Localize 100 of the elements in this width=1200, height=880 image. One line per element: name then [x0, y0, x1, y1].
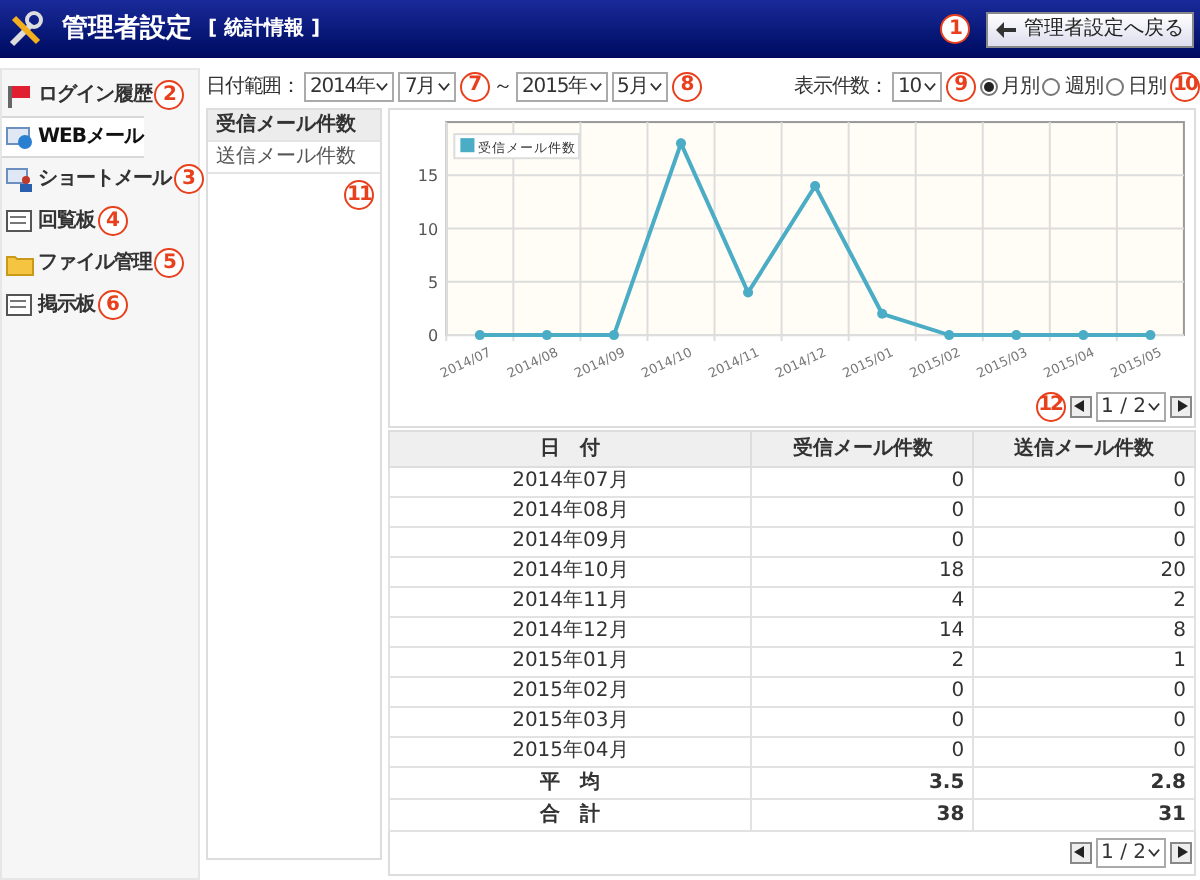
to-year-select[interactable]: 2015年	[516, 71, 607, 101]
next-page-button[interactable]	[1170, 395, 1192, 418]
sidebar-item[interactable]: WEBメール	[2, 116, 145, 158]
table-cell: 2014年11月	[389, 586, 752, 617]
callout-number: 7	[459, 71, 490, 101]
data-point	[810, 180, 821, 191]
table-cell: 14	[751, 616, 974, 647]
data-point	[743, 287, 754, 298]
table-cell: 0	[751, 496, 974, 527]
next-page-button[interactable]	[1170, 841, 1192, 864]
table-cell: 0	[973, 706, 1195, 737]
data-point	[608, 330, 619, 341]
callout-number: 3	[173, 164, 203, 194]
table-cell: 0	[751, 706, 974, 737]
table-cell: 2	[973, 586, 1195, 617]
table-cell: 2015年02月	[389, 676, 752, 707]
radio-button[interactable]	[1106, 77, 1125, 95]
board-icon	[6, 293, 34, 317]
table-cell: 0	[751, 466, 974, 497]
radio-button[interactable]	[979, 77, 998, 95]
metric-item[interactable]: 受信メール件数	[208, 110, 380, 142]
callout-number: 4	[97, 206, 127, 236]
sidebar-item[interactable]: ショートメール	[2, 158, 173, 200]
page-subtitle: [ 統計情報 ]	[208, 15, 321, 44]
table-cell: 8	[973, 616, 1195, 647]
callout-number: 12	[1035, 391, 1066, 422]
folder-icon	[6, 251, 34, 275]
legend-swatch	[460, 138, 475, 153]
caret-icon	[1148, 401, 1160, 412]
back-button[interactable]: 管理者設定へ戻る	[986, 11, 1194, 47]
metric-item[interactable]: 送信メール件数	[208, 142, 380, 174]
table-cell: 2015年01月	[389, 646, 752, 677]
caret-icon	[923, 81, 936, 91]
table-cell: 2015年04月	[389, 736, 752, 767]
data-point	[1145, 330, 1156, 341]
summary-cell: 31	[973, 798, 1195, 831]
table-cell: 2	[751, 646, 974, 677]
data-point	[1078, 330, 1089, 341]
table-cell: 0	[973, 496, 1195, 527]
table-cell: 0	[751, 676, 974, 707]
table-cell: 0	[973, 736, 1195, 767]
right-triangle-icon	[1175, 846, 1187, 859]
from-year-select[interactable]: 2014年	[304, 71, 395, 101]
sidebar-item[interactable]: 掲示板	[2, 284, 97, 326]
page-select[interactable]: 1 / 2	[1095, 837, 1166, 868]
data-point	[541, 330, 552, 341]
callout-number: 9	[945, 71, 976, 101]
summary-cell: 2.8	[973, 766, 1195, 799]
y-tick-label: 5	[428, 273, 439, 292]
flag-icon	[6, 83, 34, 107]
date-range-label: 日付範囲：	[206, 73, 301, 101]
table-cell: 0	[751, 526, 974, 557]
callout-number: 8	[671, 71, 702, 101]
previous-page-button[interactable]	[1069, 395, 1092, 418]
left-triangle-icon	[1074, 400, 1087, 413]
envelope-globe-icon	[6, 125, 34, 149]
callout-number: 6	[97, 290, 127, 320]
table-cell: 2014年08月	[389, 496, 752, 527]
radio-label: 週別	[1064, 73, 1103, 101]
caret-icon	[1148, 847, 1160, 858]
table-cell: 0	[973, 526, 1195, 557]
callout-number: 1	[940, 14, 970, 44]
from-month-select[interactable]: 7月	[398, 71, 456, 101]
tools-icon	[6, 9, 46, 49]
page-select[interactable]: 1 / 2	[1095, 391, 1166, 422]
callout-number: 2	[154, 80, 184, 110]
y-tick-label: 15	[417, 167, 439, 186]
table-cell: 2015年03月	[389, 706, 752, 737]
column-header: 送信メール件数	[973, 430, 1195, 467]
radio-label: 月別	[1001, 73, 1039, 101]
table-cell: 0	[751, 736, 974, 767]
callout-number: 5	[154, 248, 184, 278]
display-count-select[interactable]: 10	[892, 71, 942, 101]
table-cell: 2014年12月	[389, 616, 752, 647]
range-separator: ～	[493, 73, 513, 101]
data-point	[944, 330, 955, 341]
y-tick-label: 0	[428, 327, 439, 346]
caret-icon	[376, 81, 389, 91]
sidebar-item[interactable]: ファイル管理	[2, 242, 154, 284]
sidebar-item[interactable]: ログイン履歴	[2, 74, 154, 116]
table-cell: 1	[973, 646, 1195, 677]
radio-label: 日別	[1128, 73, 1166, 101]
to-month-select[interactable]: 5月	[611, 71, 668, 101]
board-icon	[6, 209, 34, 233]
column-header: 受信メール件数	[751, 430, 974, 467]
radio-button[interactable]	[1042, 77, 1061, 95]
table-cell: 2014年10月	[389, 556, 752, 587]
table-cell: 4	[751, 586, 974, 617]
right-triangle-icon	[1175, 400, 1187, 413]
sidebar-item[interactable]: 回覧板	[2, 200, 97, 242]
data-point	[877, 308, 888, 319]
data-point	[474, 330, 485, 341]
summary-cell: 3.5	[751, 766, 974, 799]
left-triangle-icon	[1074, 846, 1087, 859]
callout-number: 11	[344, 180, 374, 210]
previous-page-button[interactable]	[1069, 841, 1092, 864]
y-tick-label: 10	[417, 220, 439, 239]
back-arrow-icon	[996, 21, 1016, 37]
table-cell: 0	[973, 676, 1195, 707]
caret-icon	[437, 81, 450, 91]
